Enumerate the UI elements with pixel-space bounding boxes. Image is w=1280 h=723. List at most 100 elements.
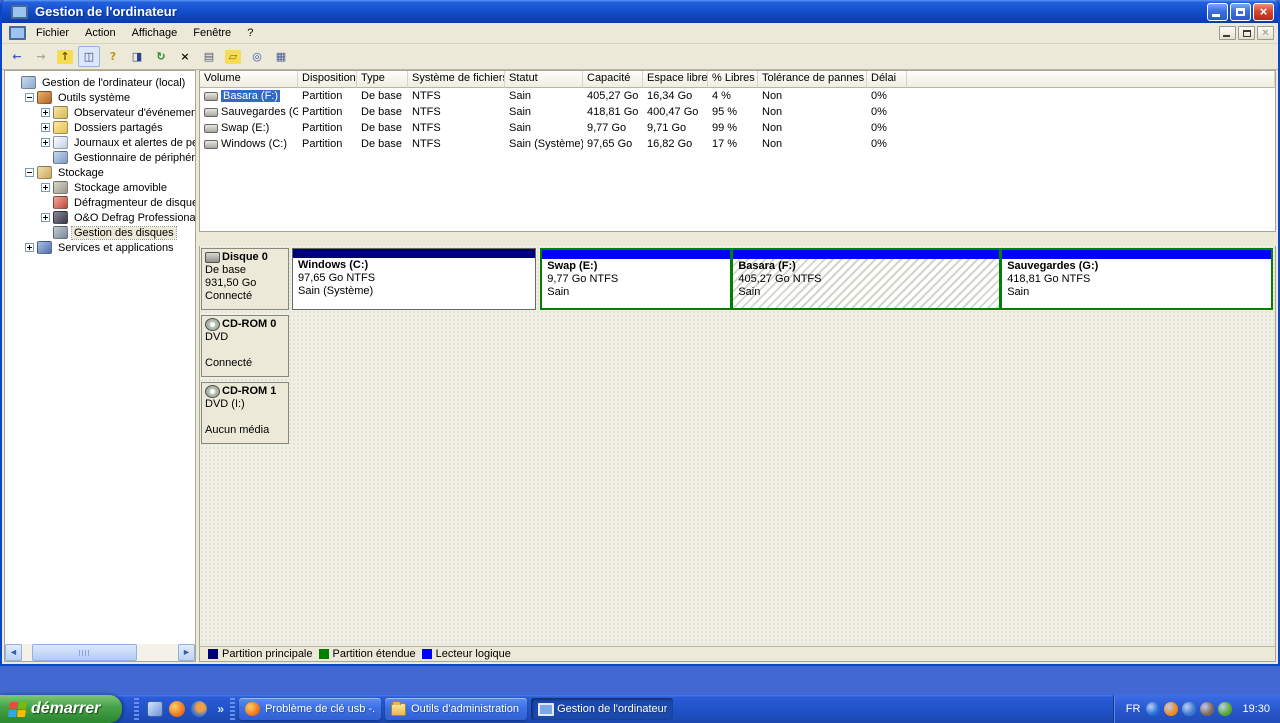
show-console-tree-button[interactable]: ◫	[78, 46, 100, 67]
volume-row[interactable]: Basara (F:) Partition De base NTFS Sain 405,2…	[200, 88, 1275, 104]
title-bar[interactable]: Gestion de l'ordinateur ×	[2, 0, 1278, 23]
tree-horizontal-scrollbar[interactable]: ◄ ►	[5, 644, 195, 661]
expander-plus-icon[interactable]	[41, 123, 50, 132]
tree-item-computer[interactable]: Gestion de l'ordinateur (local)	[5, 75, 195, 90]
update-ball-icon[interactable]	[1164, 702, 1179, 716]
taskbar-button-folder[interactable]: Outils d'administration	[385, 698, 528, 720]
column-header-systmedefichiers[interactable]: Système de fichiers	[408, 71, 505, 88]
menu-action[interactable]: Action	[77, 24, 124, 42]
minimize-button[interactable]	[1219, 26, 1236, 40]
quick-launch-overflow-chevron[interactable]: »	[213, 702, 228, 716]
taskbar-button-computer[interactable]: Gestion de l'ordinateur	[531, 698, 674, 720]
tree-item-tools[interactable]: Outils système	[5, 90, 195, 105]
minimize-button[interactable]	[1207, 2, 1228, 21]
column-header-espacelibre[interactable]: Espace libre	[643, 71, 708, 88]
menu-?[interactable]: ?	[239, 24, 261, 42]
menu-fichier[interactable]: Fichier	[28, 24, 77, 42]
scroll-right-button[interactable]: ►	[178, 644, 195, 661]
volume-cell: Sain	[509, 90, 532, 102]
menu-fentre[interactable]: Fenêtre	[185, 24, 239, 42]
pane-splitter[interactable]	[199, 232, 1276, 246]
tools-wrench-icon[interactable]	[1182, 702, 1197, 716]
primary-partition-stripe	[293, 249, 536, 258]
tree-item-event-viewer[interactable]: Observateur d'événements	[5, 105, 195, 120]
expander-plus-icon[interactable]	[41, 108, 50, 117]
oo-defrag-icon	[53, 211, 68, 224]
mail-icon[interactable]	[147, 701, 164, 717]
firefox-icon[interactable]	[169, 701, 186, 717]
properties-button[interactable]: ▤	[198, 46, 220, 67]
partition-sauvegardesg[interactable]: Sauvegardes (G:) 418,81 Go NTFS Sain	[1002, 250, 1271, 308]
column-header-tolrancedepannes[interactable]: Tolérance de pannes	[758, 71, 867, 88]
volume-row[interactable]: Windows (C:) Partition De base NTFS Sain (Sy…	[200, 136, 1275, 152]
tree-item-services[interactable]: Services et applications	[5, 240, 195, 255]
expander-plus-icon[interactable]	[41, 183, 50, 192]
taskbar-separator[interactable]	[134, 698, 140, 720]
volume-row[interactable]: Sauvegardes (G:) Partition De base NTFS Sain…	[200, 104, 1275, 120]
tree-item-device-manager[interactable]: Gestionnaire de périphérique	[5, 150, 195, 165]
computer-management-window: Gestion de l'ordinateur × Fichier Action A…	[0, 0, 1280, 666]
tree-item-storage[interactable]: Stockage	[5, 165, 195, 180]
display-button[interactable]: ◎	[246, 46, 268, 67]
column-header-capacit[interactable]: Capacité	[583, 71, 643, 88]
column-header-type[interactable]: Type	[357, 71, 408, 88]
console-help-icon: ▦	[275, 50, 287, 63]
scroll-track[interactable]	[22, 644, 178, 661]
restore-button[interactable]	[1230, 2, 1251, 21]
volume-row[interactable]: Swap (E:) Partition De base NTFS Sain 9,77 Go…	[200, 120, 1275, 136]
partition-basaraf[interactable]: Basara (F:) 405,27 Go NTFS Sain	[733, 250, 1000, 308]
desktop-background[interactable]	[0, 666, 1280, 695]
language-indicator[interactable]: FR	[1126, 703, 1141, 715]
volume-cell: 0%	[871, 138, 887, 150]
disk-label[interactable]: Disque 0 De base 931,50 Go Connecté	[201, 248, 289, 310]
clock[interactable]: 19:30	[1242, 703, 1270, 715]
help-topic-button[interactable]: ?	[102, 46, 124, 67]
disk-label[interactable]: CD-ROM 0 DVD Connecté	[201, 315, 289, 377]
column-header-volume[interactable]: Volume	[200, 71, 298, 88]
tree-item-disk-mgmt[interactable]: Gestion des disques	[5, 225, 195, 240]
expander-minus-icon[interactable]	[25, 168, 34, 177]
show-detail-pane-button[interactable]: ◨	[126, 46, 148, 67]
column-header-dlai[interactable]: Délai	[867, 71, 907, 88]
tree-item-shared-folder[interactable]: Dossiers partagés	[5, 120, 195, 135]
disk-info-line: DVD	[205, 331, 229, 343]
disk-label[interactable]: CD-ROM 1 DVD (I:) Aucun média	[201, 382, 289, 444]
show-detail-pane-icon: ◨	[131, 50, 143, 63]
back-button[interactable]: ←	[6, 46, 28, 67]
volume-cell: 17 %	[712, 138, 738, 150]
column-header-disposition[interactable]: Disposition	[298, 71, 357, 88]
start-button[interactable]: démarrer	[0, 695, 123, 723]
expander-plus-icon[interactable]	[25, 243, 34, 252]
refresh-button[interactable]: ↻	[150, 46, 172, 67]
up-folder-button[interactable]: ↑	[54, 46, 76, 67]
partition-windowsc[interactable]: Windows (C:) 97,65 Go NTFS Sain (Système)	[292, 248, 537, 310]
partition-swape[interactable]: Swap (E:) 9,77 Go NTFS Sain	[542, 250, 731, 308]
column-header-%libres[interactable]: % Libres	[708, 71, 758, 88]
volume-icon[interactable]	[1200, 702, 1215, 716]
firefox-icon	[245, 702, 261, 716]
delete-button[interactable]: ×	[174, 46, 196, 67]
column-header-statut[interactable]: Statut	[505, 71, 583, 88]
volume-cell: NTFS	[412, 138, 441, 150]
forward-button[interactable]: →	[30, 46, 52, 67]
swirl-icon[interactable]	[191, 701, 208, 717]
tree-item-oo-defrag[interactable]: O&O Defrag Professional Ed	[5, 210, 195, 225]
expander-plus-icon[interactable]	[41, 213, 50, 222]
expander-plus-icon[interactable]	[41, 138, 50, 147]
tree-item-removable[interactable]: Stockage amovible	[5, 180, 195, 195]
tree-item-perf-logs[interactable]: Journaux et alertes de perfo	[5, 135, 195, 150]
restore-button[interactable]	[1238, 26, 1255, 40]
tree-item-defrag[interactable]: Défragmenteur de disque	[5, 195, 195, 210]
open-folder-button[interactable]: ▱	[222, 46, 244, 67]
taskbar-separator[interactable]	[230, 698, 236, 720]
close-button[interactable]: ×	[1253, 2, 1274, 21]
scroll-left-button[interactable]: ◄	[5, 644, 22, 661]
scroll-thumb[interactable]	[32, 644, 137, 661]
expander-minus-icon[interactable]	[25, 93, 34, 102]
menu-affichage[interactable]: Affichage	[124, 24, 186, 42]
language-bar-icon[interactable]	[1146, 702, 1161, 716]
close-button[interactable]: ×	[1257, 26, 1274, 40]
safely-remove-icon[interactable]	[1218, 702, 1233, 716]
taskbar-button-firefox[interactable]: Problème de clé usb -...	[239, 698, 382, 720]
console-help-button[interactable]: ▦	[270, 46, 292, 67]
